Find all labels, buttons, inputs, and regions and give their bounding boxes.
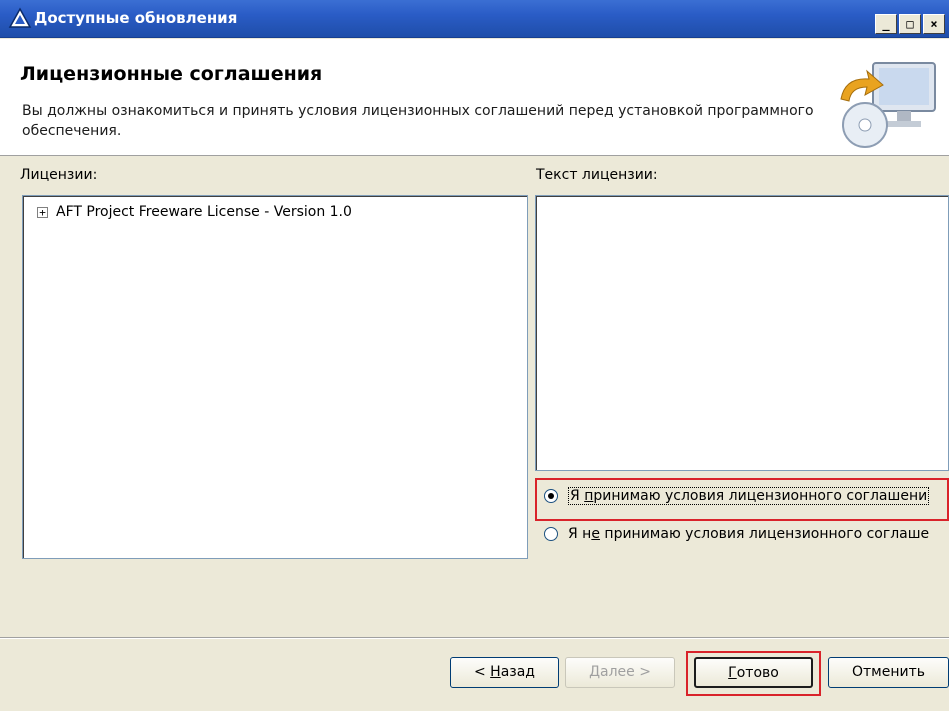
tree-item-license[interactable]: + AFT Project Freeware License - Version… bbox=[37, 204, 352, 220]
footer-separator bbox=[0, 637, 949, 639]
expand-plus-icon[interactable]: + bbox=[37, 206, 48, 218]
maximize-button[interactable]: □ bbox=[899, 14, 921, 34]
finish-button[interactable]: Готово bbox=[694, 657, 813, 688]
page-description: Вы должны ознакомиться и принять условия… bbox=[22, 103, 814, 139]
title-bar: Доступные обновления _ □ × bbox=[0, 0, 949, 38]
accept-radio-label[interactable]: Я принимаю условия лицензионного соглаше… bbox=[568, 487, 930, 505]
decline-radio-label[interactable]: Я не принимаю условия лицензионного согл… bbox=[568, 526, 929, 542]
tree-item-label: AFT Project Freeware License - Version 1… bbox=[56, 204, 352, 220]
license-text-label: Текст лицензии: bbox=[536, 167, 658, 183]
accept-radio-button[interactable] bbox=[544, 489, 558, 503]
close-button[interactable]: × bbox=[923, 14, 945, 34]
licenses-tree[interactable]: + AFT Project Freeware License - Version… bbox=[22, 195, 528, 559]
accept-radio-option[interactable]: Я принимаю условия лицензионного соглаше… bbox=[544, 487, 930, 505]
page-title: Лицензионные соглашения bbox=[20, 63, 323, 85]
license-text-area[interactable] bbox=[535, 195, 949, 471]
cancel-button[interactable]: Отменить bbox=[828, 657, 949, 688]
decline-radio-button[interactable] bbox=[544, 527, 558, 541]
back-button[interactable]: < Назад bbox=[450, 657, 559, 688]
decline-radio-option[interactable]: Я не принимаю условия лицензионного согл… bbox=[544, 526, 929, 542]
app-triangle-icon bbox=[8, 7, 32, 28]
wizard-header: Лицензионные соглашения Вы должны ознако… bbox=[0, 39, 949, 156]
window-title: Доступные обновления bbox=[34, 9, 238, 27]
next-button[interactable]: Далее > bbox=[565, 657, 675, 688]
minimize-button[interactable]: _ bbox=[875, 14, 897, 34]
install-update-icon bbox=[840, 62, 936, 148]
licenses-label: Лицензии: bbox=[20, 167, 98, 183]
